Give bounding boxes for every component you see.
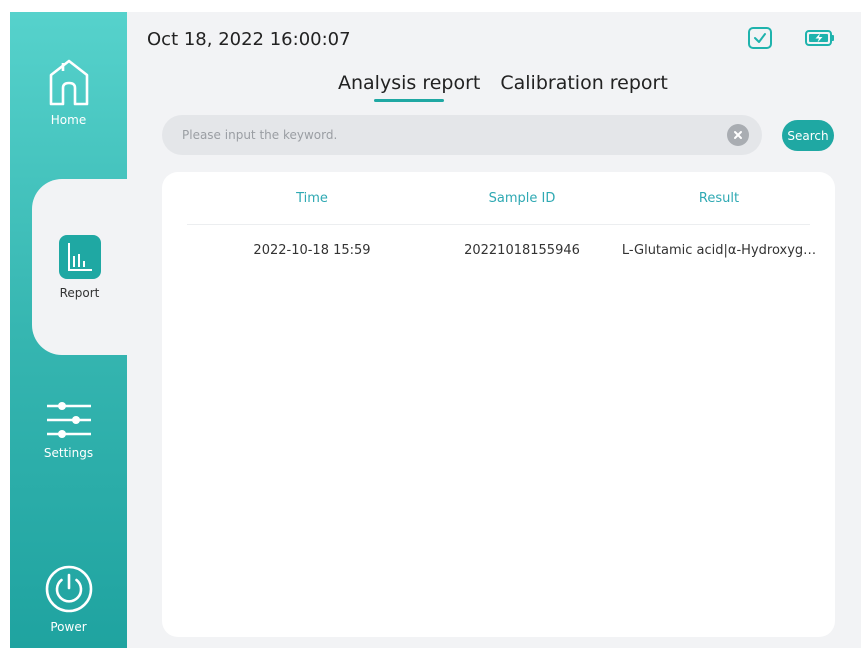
sidebar-item-power[interactable]: Power: [10, 564, 127, 634]
table-header: Time Sample ID Result: [187, 172, 810, 225]
sidebar-item-label: Report: [59, 286, 100, 300]
table-row[interactable]: 2022-10-18 15:59 20221018155946 L-Glutam…: [187, 225, 816, 275]
main-panel: Oct 18, 2022 16:00:07 Analysis report Ca…: [127, 12, 861, 648]
check-icon: [748, 27, 772, 49]
sidebar: Home Report Settings Power: [10, 12, 152, 648]
sidebar-item-report[interactable]: Report: [32, 234, 127, 300]
tab-calibration-report[interactable]: Calibration report: [500, 72, 667, 94]
report-icon: [58, 235, 101, 279]
battery-charging-icon: [805, 30, 834, 46]
datetime-display: Oct 18, 2022 16:00:07: [147, 29, 351, 50]
column-header-sample-id: Sample ID: [488, 191, 556, 206]
search-bar: [162, 115, 762, 155]
report-table: Time Sample ID Result 2022-10-18 15:59 2…: [162, 172, 835, 637]
cell-result: L-Glutamic acid|α-Hydroxyg…: [621, 243, 817, 258]
sidebar-item-label: Home: [50, 113, 87, 127]
settings-sliders-icon: [46, 402, 91, 438]
sidebar-item-settings[interactable]: Settings: [10, 400, 127, 460]
sidebar-item-home[interactable]: Home: [10, 57, 127, 127]
clear-icon[interactable]: [727, 124, 749, 146]
app-screen: Home Report Settings Power Oct 18, 2022 …: [0, 0, 861, 648]
sidebar-item-label: Settings: [43, 446, 94, 460]
home-icon: [49, 59, 88, 106]
power-icon: [45, 565, 92, 613]
column-header-result: Result: [698, 191, 740, 206]
search-button[interactable]: Search: [782, 120, 834, 151]
cell-time: 2022-10-18 15:59: [253, 243, 371, 258]
sidebar-item-label: Power: [50, 620, 87, 634]
search-input[interactable]: [182, 115, 702, 155]
tab-analysis-report[interactable]: Analysis report: [338, 72, 480, 102]
cell-sample-id: 20221018155946: [464, 243, 580, 258]
report-tabs: Analysis report Calibration report: [338, 72, 668, 102]
column-header-time: Time: [296, 191, 328, 206]
